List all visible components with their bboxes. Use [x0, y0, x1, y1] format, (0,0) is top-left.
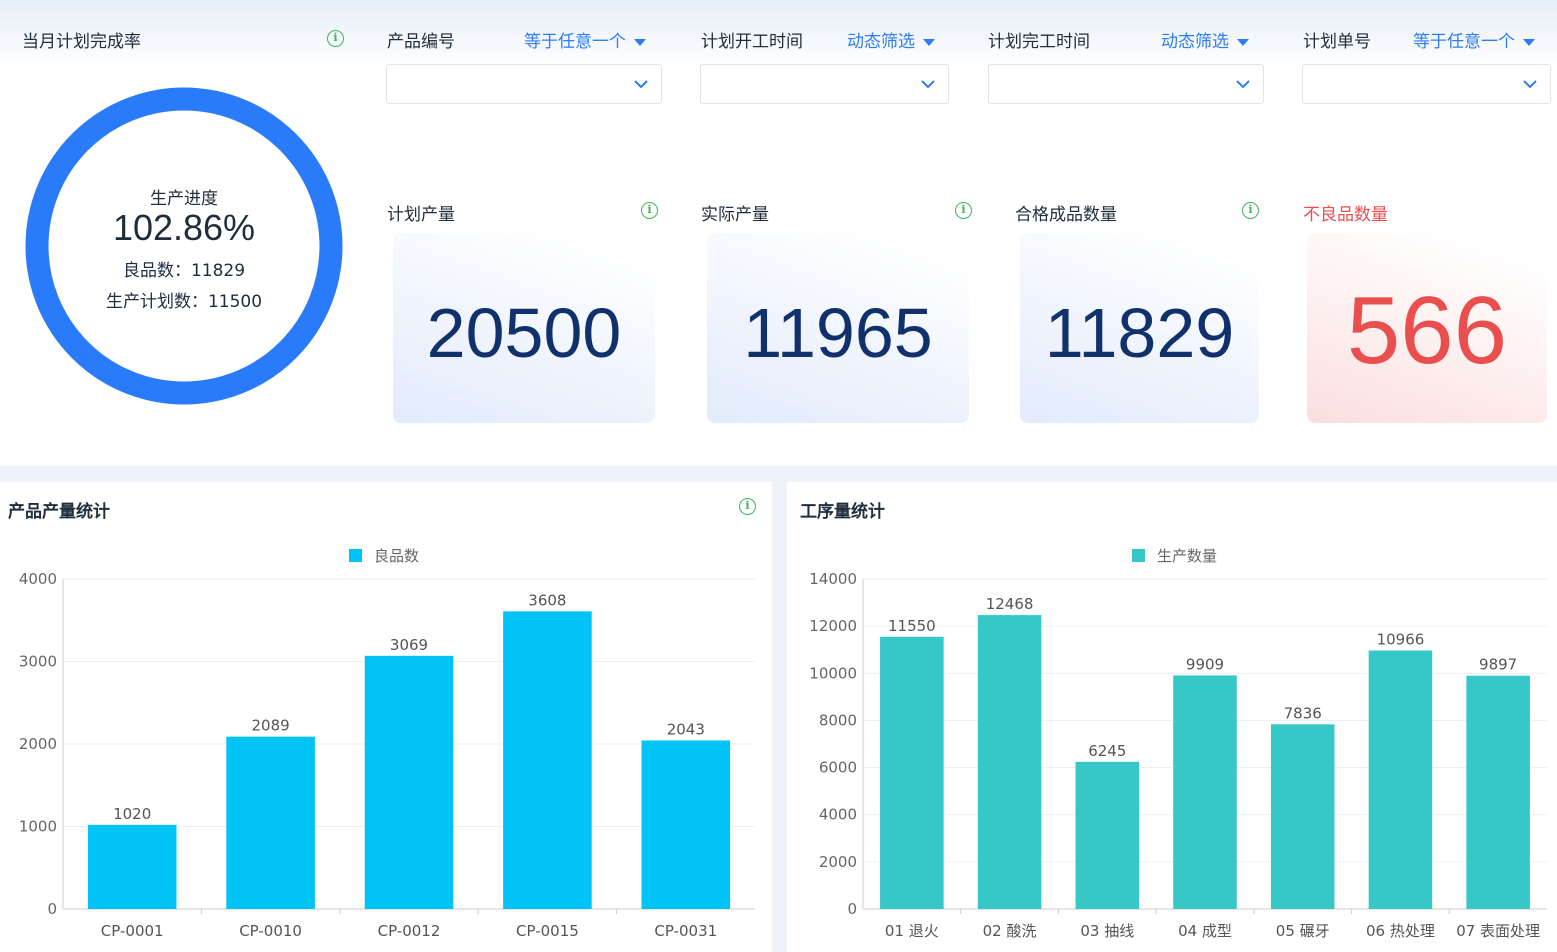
kpi-label-planned-output: 计划产量	[387, 205, 455, 225]
kpi-value-planned-output: 20500	[426, 294, 622, 372]
completion-title: 当月计划完成率	[22, 32, 141, 52]
info-icon[interactable]: i	[641, 202, 658, 219]
x-tick-label: CP-0015	[516, 922, 579, 940]
product-code-select[interactable]	[386, 64, 662, 104]
info-icon[interactable]: i	[739, 498, 756, 515]
filter-mode-text: 动态筛选	[1161, 32, 1229, 52]
y-tick-label: 8000	[819, 711, 857, 729]
y-tick-label: 14000	[809, 570, 857, 588]
good-count-line: 良品数：11829	[18, 256, 350, 281]
caret-down-icon	[1523, 38, 1535, 46]
filter-label-plan-number: 计划单号	[1303, 32, 1371, 52]
kpi-label-defect-count: 不良品数量	[1303, 205, 1388, 225]
y-tick-label: 3000	[19, 653, 57, 671]
x-tick-label: CP-0001	[101, 922, 164, 940]
caret-down-icon	[634, 38, 646, 46]
good-count-label: 良品数：	[122, 261, 191, 281]
bar	[364, 655, 454, 909]
filter-mode-end-time[interactable]: 动态筛选	[1161, 27, 1249, 52]
caret-down-icon	[1237, 38, 1249, 46]
y-tick-label: 0	[847, 900, 857, 918]
y-tick-label: 0	[47, 900, 57, 918]
good-count-value: 11829	[190, 261, 246, 281]
bar	[1466, 675, 1530, 909]
bar	[1270, 724, 1335, 909]
filter-mode-product-code[interactable]: 等于任意一个	[524, 27, 646, 52]
y-tick-label: 10000	[809, 664, 857, 682]
plan-count-line: 生产计划数：11500	[18, 287, 350, 312]
bar	[1173, 675, 1237, 909]
y-tick-label: 2000	[819, 853, 857, 871]
product-panel-title: 产品产量统计	[8, 502, 110, 522]
x-tick-label: 03 抽线	[1080, 922, 1134, 940]
bar-value-label: 9897	[1479, 656, 1517, 674]
x-tick-label: 01 退火	[885, 922, 939, 940]
bar-value-label: 1020	[113, 805, 151, 823]
chevron-down-icon	[1523, 80, 1537, 89]
filter-mode-text: 动态筛选	[847, 32, 915, 52]
filter-label-product-code: 产品编号	[387, 32, 455, 52]
bar	[1075, 761, 1140, 909]
bar	[1368, 650, 1433, 909]
filter-mode-start-time[interactable]: 动态筛选	[847, 27, 935, 52]
chevron-down-icon	[921, 80, 935, 89]
bar	[87, 824, 177, 909]
bar-value-label: 11550	[888, 617, 936, 635]
end-time-select[interactable]	[988, 64, 1264, 104]
x-tick-label: 05 碾牙	[1276, 922, 1330, 940]
x-tick-label: 07 表面处理	[1456, 922, 1540, 940]
process-volume-chart: 0 2000 4000 6000 8000 10000 12000 14000 11550 01 …	[809, 570, 1547, 940]
x-tick-label: CP-0010	[239, 922, 302, 940]
filter-label-start-time: 计划开工时间	[701, 32, 803, 52]
x-tick-label: CP-0012	[378, 922, 441, 940]
plan-number-select[interactable]	[1302, 64, 1551, 104]
bar	[226, 736, 315, 909]
bar	[641, 740, 731, 909]
bar-value-label: 12468	[986, 595, 1034, 613]
process-panel-title: 工序量统计	[800, 502, 885, 522]
product-output-chart: 0 1000 2000 3000 4000 1020 CP-0001 2089 CP-0010 3…	[19, 570, 755, 940]
bar-value-label: 3608	[528, 591, 566, 609]
filter-mode-text: 等于任意一个	[1413, 32, 1515, 52]
start-time-select[interactable]	[700, 64, 949, 104]
bar-value-label: 3069	[390, 636, 428, 654]
chevron-down-icon	[1236, 80, 1250, 89]
plan-count-label: 生产计划数：	[105, 292, 208, 312]
bar	[977, 615, 1042, 909]
bar-value-label: 2089	[252, 717, 290, 735]
x-tick-label: 06 热处理	[1366, 922, 1435, 940]
y-tick-label: 4000	[19, 570, 57, 588]
filter-mode-plan-number[interactable]: 等于任意一个	[1413, 27, 1535, 52]
caret-down-icon	[923, 38, 935, 46]
info-icon[interactable]: i	[327, 30, 344, 47]
x-tick-label: CP-0031	[654, 922, 717, 940]
x-tick-label: 02 酸洗	[983, 922, 1037, 940]
kpi-value-qualified-count: 11829	[1044, 294, 1235, 372]
y-tick-label: 1000	[19, 818, 57, 836]
bar-value-label: 10966	[1377, 631, 1425, 649]
kpi-label-actual-output: 实际产量	[701, 205, 769, 225]
y-tick-label: 12000	[809, 617, 857, 635]
info-icon[interactable]: i	[1242, 202, 1259, 219]
bar-value-label: 9909	[1186, 655, 1224, 673]
bar	[880, 636, 944, 909]
x-tick-label: 04 成型	[1178, 922, 1232, 940]
bar	[503, 611, 592, 909]
progress-percent: 102.86%	[112, 207, 256, 248]
y-tick-label: 4000	[819, 806, 857, 824]
kpi-value-actual-output: 11965	[743, 294, 933, 372]
progress-label: 生产进度	[150, 189, 218, 209]
kpi-label-qualified-count: 合格成品数量	[1015, 205, 1117, 225]
kpi-value-defect-count: 566	[1346, 277, 1508, 384]
y-tick-label: 6000	[819, 759, 857, 777]
info-icon[interactable]: i	[955, 202, 972, 219]
filter-mode-text: 等于任意一个	[524, 32, 626, 52]
bar-value-label: 6245	[1088, 742, 1126, 760]
filter-label-end-time: 计划完工时间	[988, 32, 1090, 52]
bar-value-label: 7836	[1284, 704, 1322, 722]
plan-count-value: 11500	[207, 292, 263, 312]
y-tick-label: 2000	[19, 735, 57, 753]
chevron-down-icon	[634, 80, 648, 89]
bar-value-label: 2043	[667, 720, 705, 738]
